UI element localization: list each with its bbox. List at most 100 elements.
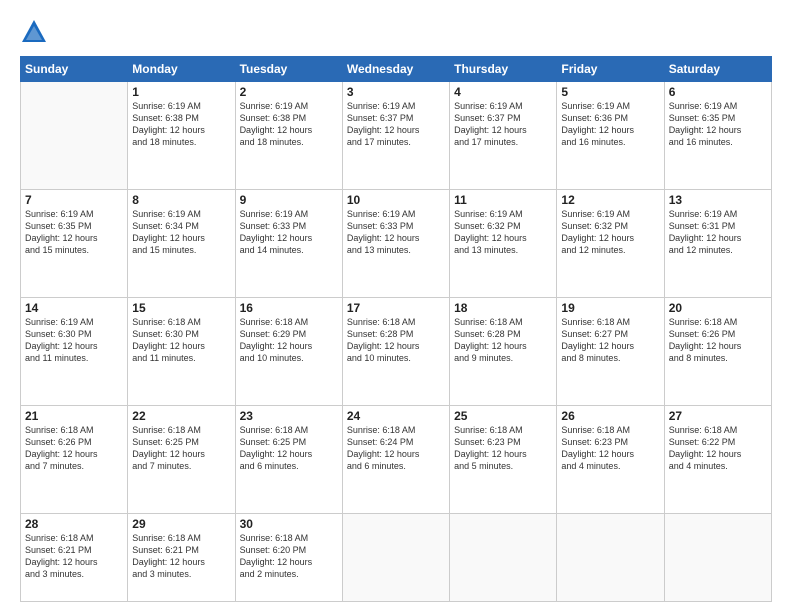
calendar-cell: 3Sunrise: 6:19 AMSunset: 6:37 PMDaylight… [342, 82, 449, 190]
week-row-3: 21Sunrise: 6:18 AMSunset: 6:26 PMDayligh… [21, 405, 772, 513]
calendar-cell: 4Sunrise: 6:19 AMSunset: 6:37 PMDaylight… [450, 82, 557, 190]
calendar-cell [664, 513, 771, 601]
day-number: 6 [669, 85, 767, 99]
day-info: Sunrise: 6:18 AMSunset: 6:26 PMDaylight:… [669, 316, 767, 365]
calendar-cell: 15Sunrise: 6:18 AMSunset: 6:30 PMDayligh… [128, 297, 235, 405]
day-info: Sunrise: 6:19 AMSunset: 6:37 PMDaylight:… [347, 100, 445, 149]
calendar-cell: 27Sunrise: 6:18 AMSunset: 6:22 PMDayligh… [664, 405, 771, 513]
day-info: Sunrise: 6:19 AMSunset: 6:34 PMDaylight:… [132, 208, 230, 257]
calendar-cell: 18Sunrise: 6:18 AMSunset: 6:28 PMDayligh… [450, 297, 557, 405]
calendar-page: SundayMondayTuesdayWednesdayThursdayFrid… [0, 0, 792, 612]
calendar-cell: 22Sunrise: 6:18 AMSunset: 6:25 PMDayligh… [128, 405, 235, 513]
calendar-cell: 8Sunrise: 6:19 AMSunset: 6:34 PMDaylight… [128, 189, 235, 297]
day-number: 27 [669, 409, 767, 423]
calendar-cell: 29Sunrise: 6:18 AMSunset: 6:21 PMDayligh… [128, 513, 235, 601]
day-number: 11 [454, 193, 552, 207]
week-row-4: 28Sunrise: 6:18 AMSunset: 6:21 PMDayligh… [21, 513, 772, 601]
day-info: Sunrise: 6:18 AMSunset: 6:30 PMDaylight:… [132, 316, 230, 365]
day-number: 9 [240, 193, 338, 207]
day-info: Sunrise: 6:19 AMSunset: 6:30 PMDaylight:… [25, 316, 123, 365]
day-number: 3 [347, 85, 445, 99]
calendar-cell: 6Sunrise: 6:19 AMSunset: 6:35 PMDaylight… [664, 82, 771, 190]
calendar-cell: 16Sunrise: 6:18 AMSunset: 6:29 PMDayligh… [235, 297, 342, 405]
day-info: Sunrise: 6:19 AMSunset: 6:32 PMDaylight:… [561, 208, 659, 257]
day-number: 28 [25, 517, 123, 531]
calendar-cell: 23Sunrise: 6:18 AMSunset: 6:25 PMDayligh… [235, 405, 342, 513]
weekday-header-saturday: Saturday [664, 57, 771, 82]
day-number: 26 [561, 409, 659, 423]
calendar-cell: 7Sunrise: 6:19 AMSunset: 6:35 PMDaylight… [21, 189, 128, 297]
calendar-cell: 12Sunrise: 6:19 AMSunset: 6:32 PMDayligh… [557, 189, 664, 297]
calendar-cell: 25Sunrise: 6:18 AMSunset: 6:23 PMDayligh… [450, 405, 557, 513]
weekday-header-thursday: Thursday [450, 57, 557, 82]
day-number: 12 [561, 193, 659, 207]
day-info: Sunrise: 6:18 AMSunset: 6:25 PMDaylight:… [132, 424, 230, 473]
calendar-cell: 13Sunrise: 6:19 AMSunset: 6:31 PMDayligh… [664, 189, 771, 297]
calendar-cell [557, 513, 664, 601]
day-info: Sunrise: 6:19 AMSunset: 6:33 PMDaylight:… [347, 208, 445, 257]
day-info: Sunrise: 6:19 AMSunset: 6:35 PMDaylight:… [669, 100, 767, 149]
day-number: 8 [132, 193, 230, 207]
day-number: 24 [347, 409, 445, 423]
day-info: Sunrise: 6:19 AMSunset: 6:35 PMDaylight:… [25, 208, 123, 257]
day-info: Sunrise: 6:18 AMSunset: 6:25 PMDaylight:… [240, 424, 338, 473]
day-number: 22 [132, 409, 230, 423]
weekday-header-wednesday: Wednesday [342, 57, 449, 82]
calendar-table: SundayMondayTuesdayWednesdayThursdayFrid… [20, 56, 772, 602]
day-number: 13 [669, 193, 767, 207]
day-info: Sunrise: 6:18 AMSunset: 6:28 PMDaylight:… [347, 316, 445, 365]
calendar-cell: 30Sunrise: 6:18 AMSunset: 6:20 PMDayligh… [235, 513, 342, 601]
calendar-cell [342, 513, 449, 601]
weekday-header-friday: Friday [557, 57, 664, 82]
day-number: 21 [25, 409, 123, 423]
day-info: Sunrise: 6:18 AMSunset: 6:21 PMDaylight:… [25, 532, 123, 581]
calendar-cell: 9Sunrise: 6:19 AMSunset: 6:33 PMDaylight… [235, 189, 342, 297]
weekday-header-monday: Monday [128, 57, 235, 82]
day-number: 18 [454, 301, 552, 315]
day-number: 17 [347, 301, 445, 315]
week-row-1: 7Sunrise: 6:19 AMSunset: 6:35 PMDaylight… [21, 189, 772, 297]
calendar-cell: 26Sunrise: 6:18 AMSunset: 6:23 PMDayligh… [557, 405, 664, 513]
day-number: 20 [669, 301, 767, 315]
day-number: 15 [132, 301, 230, 315]
calendar-cell: 10Sunrise: 6:19 AMSunset: 6:33 PMDayligh… [342, 189, 449, 297]
day-number: 14 [25, 301, 123, 315]
day-number: 23 [240, 409, 338, 423]
calendar-cell: 1Sunrise: 6:19 AMSunset: 6:38 PMDaylight… [128, 82, 235, 190]
calendar-cell: 17Sunrise: 6:18 AMSunset: 6:28 PMDayligh… [342, 297, 449, 405]
day-info: Sunrise: 6:19 AMSunset: 6:38 PMDaylight:… [240, 100, 338, 149]
day-info: Sunrise: 6:18 AMSunset: 6:22 PMDaylight:… [669, 424, 767, 473]
weekday-header-tuesday: Tuesday [235, 57, 342, 82]
calendar-cell: 21Sunrise: 6:18 AMSunset: 6:26 PMDayligh… [21, 405, 128, 513]
day-number: 2 [240, 85, 338, 99]
day-info: Sunrise: 6:18 AMSunset: 6:29 PMDaylight:… [240, 316, 338, 365]
day-info: Sunrise: 6:18 AMSunset: 6:27 PMDaylight:… [561, 316, 659, 365]
day-info: Sunrise: 6:18 AMSunset: 6:23 PMDaylight:… [454, 424, 552, 473]
calendar-cell: 2Sunrise: 6:19 AMSunset: 6:38 PMDaylight… [235, 82, 342, 190]
day-number: 29 [132, 517, 230, 531]
day-number: 10 [347, 193, 445, 207]
calendar-cell: 5Sunrise: 6:19 AMSunset: 6:36 PMDaylight… [557, 82, 664, 190]
day-number: 30 [240, 517, 338, 531]
calendar-cell: 11Sunrise: 6:19 AMSunset: 6:32 PMDayligh… [450, 189, 557, 297]
calendar-cell [21, 82, 128, 190]
logo-icon [20, 18, 48, 46]
day-number: 1 [132, 85, 230, 99]
weekday-header-row: SundayMondayTuesdayWednesdayThursdayFrid… [21, 57, 772, 82]
day-info: Sunrise: 6:18 AMSunset: 6:24 PMDaylight:… [347, 424, 445, 473]
day-info: Sunrise: 6:18 AMSunset: 6:21 PMDaylight:… [132, 532, 230, 581]
day-info: Sunrise: 6:19 AMSunset: 6:33 PMDaylight:… [240, 208, 338, 257]
calendar-cell [450, 513, 557, 601]
day-info: Sunrise: 6:19 AMSunset: 6:38 PMDaylight:… [132, 100, 230, 149]
day-info: Sunrise: 6:18 AMSunset: 6:28 PMDaylight:… [454, 316, 552, 365]
day-info: Sunrise: 6:18 AMSunset: 6:26 PMDaylight:… [25, 424, 123, 473]
day-info: Sunrise: 6:18 AMSunset: 6:23 PMDaylight:… [561, 424, 659, 473]
calendar-cell: 19Sunrise: 6:18 AMSunset: 6:27 PMDayligh… [557, 297, 664, 405]
day-info: Sunrise: 6:19 AMSunset: 6:32 PMDaylight:… [454, 208, 552, 257]
day-number: 4 [454, 85, 552, 99]
day-number: 19 [561, 301, 659, 315]
week-row-0: 1Sunrise: 6:19 AMSunset: 6:38 PMDaylight… [21, 82, 772, 190]
calendar-cell: 20Sunrise: 6:18 AMSunset: 6:26 PMDayligh… [664, 297, 771, 405]
calendar-cell: 28Sunrise: 6:18 AMSunset: 6:21 PMDayligh… [21, 513, 128, 601]
calendar-cell: 24Sunrise: 6:18 AMSunset: 6:24 PMDayligh… [342, 405, 449, 513]
